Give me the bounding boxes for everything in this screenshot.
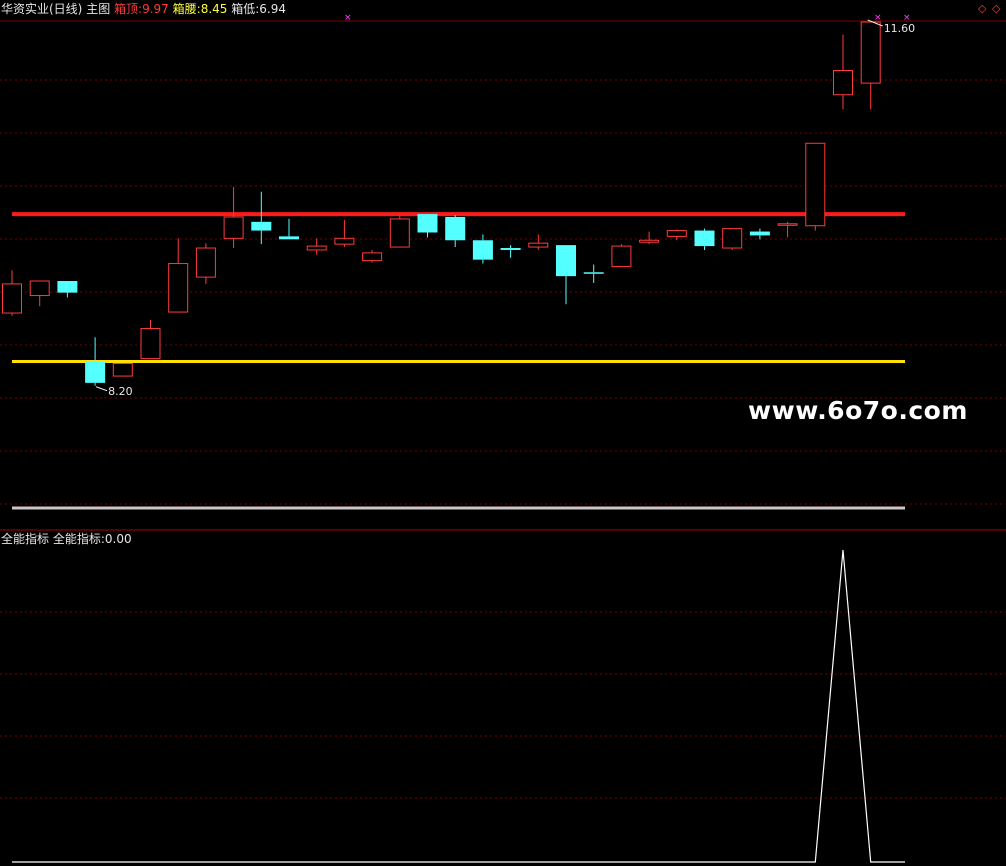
box-mid-value: 8.45 <box>200 2 228 16</box>
indicator-name: 全能指标 <box>1 532 50 546</box>
candle-body <box>29 280 50 297</box>
candle-body <box>833 70 853 96</box>
box-top-value: 9.97 <box>142 2 169 16</box>
candle-body <box>777 223 798 226</box>
candle-body <box>445 216 466 241</box>
candle-body <box>57 281 78 293</box>
candle <box>833 34 853 110</box>
candle <box>611 244 632 267</box>
candle-body <box>279 236 299 240</box>
candle <box>140 319 161 360</box>
candle <box>749 228 770 240</box>
candle <box>722 228 743 250</box>
candle <box>251 191 272 245</box>
candle-body <box>306 245 327 251</box>
candle-body <box>500 248 521 250</box>
candle <box>500 245 521 258</box>
candle-body <box>860 21 881 84</box>
candle-body <box>805 142 826 227</box>
box-mid-label: 箱腰: <box>172 2 201 16</box>
indicator-grid <box>0 611 1006 799</box>
indicator-value: 0.00 <box>104 532 132 546</box>
candle <box>85 337 106 386</box>
candle-body <box>140 328 161 360</box>
indicator-header: 全能指标 全能指标:0.00 <box>1 532 132 546</box>
candle <box>29 280 50 307</box>
candle <box>528 234 549 250</box>
candle <box>556 245 576 305</box>
indicator-series-label: 全能指标: <box>52 532 105 546</box>
box-low-value: 6.94 <box>259 2 286 16</box>
candle <box>334 219 355 248</box>
candle-body <box>694 230 715 247</box>
candle <box>860 21 881 110</box>
candle <box>805 142 826 231</box>
main-grid <box>0 79 1006 505</box>
candle <box>306 238 327 255</box>
candle <box>112 362 133 377</box>
candle <box>168 238 189 313</box>
candlestick-series <box>2 21 881 386</box>
candle-body <box>362 252 383 262</box>
min-price-label: 8.20 <box>108 385 133 398</box>
candle <box>279 218 299 240</box>
chart-canvas[interactable]: 11.60 8.20 × × × <box>0 0 1006 866</box>
candle-body <box>389 218 410 248</box>
candle-body <box>722 228 743 249</box>
candle-body <box>195 247 216 278</box>
candle-body <box>556 245 576 277</box>
candle <box>445 215 466 248</box>
price-labels: 11.60 8.20 × × × <box>95 13 916 398</box>
candle-body <box>417 214 438 233</box>
cross-marker-icon: × <box>344 13 352 23</box>
candle <box>417 214 438 238</box>
candle-body <box>334 237 355 245</box>
cross-marker-icon: × <box>874 13 882 23</box>
stock-name: 华资实业(日线) <box>1 2 83 16</box>
watermark: www.6o7o.com <box>748 396 968 425</box>
candle-body <box>583 272 604 274</box>
box-levels <box>12 212 905 510</box>
candle <box>57 281 78 298</box>
candle <box>389 215 410 248</box>
candle <box>583 264 604 283</box>
candle <box>2 270 22 316</box>
candle-body <box>666 230 687 237</box>
indicator-line <box>12 549 905 863</box>
candle <box>362 249 383 263</box>
diamond-icon[interactable]: ◇ <box>978 3 986 14</box>
candle <box>639 231 660 245</box>
candle-body <box>112 362 133 377</box>
candle-body <box>223 216 244 239</box>
main-chart-label: 主图 <box>86 2 111 16</box>
candle <box>694 228 715 250</box>
candle-body <box>2 283 22 314</box>
candle-body <box>472 240 493 260</box>
max-price-label: 11.60 <box>884 22 916 35</box>
main-header: 华资实业(日线) 主图 箱顶:9.97 箱腰:8.45 箱低:6.94 <box>1 2 286 16</box>
candle-body <box>749 231 770 236</box>
candle-body <box>251 221 272 231</box>
candle-body <box>639 239 660 243</box>
box-top-label: 箱顶: <box>114 2 143 16</box>
candle-body <box>611 245 632 267</box>
candle <box>195 243 216 284</box>
candle-body <box>528 242 549 248</box>
box-low-label: 箱低: <box>231 2 260 16</box>
diamond-icon[interactable]: ◇ <box>992 3 1000 14</box>
indicator-series <box>12 549 905 863</box>
candle <box>777 221 798 238</box>
cross-marker-icon: × <box>903 13 911 23</box>
min-price-pointer <box>95 386 108 392</box>
candle-body <box>168 263 189 313</box>
candle-body <box>85 361 106 383</box>
